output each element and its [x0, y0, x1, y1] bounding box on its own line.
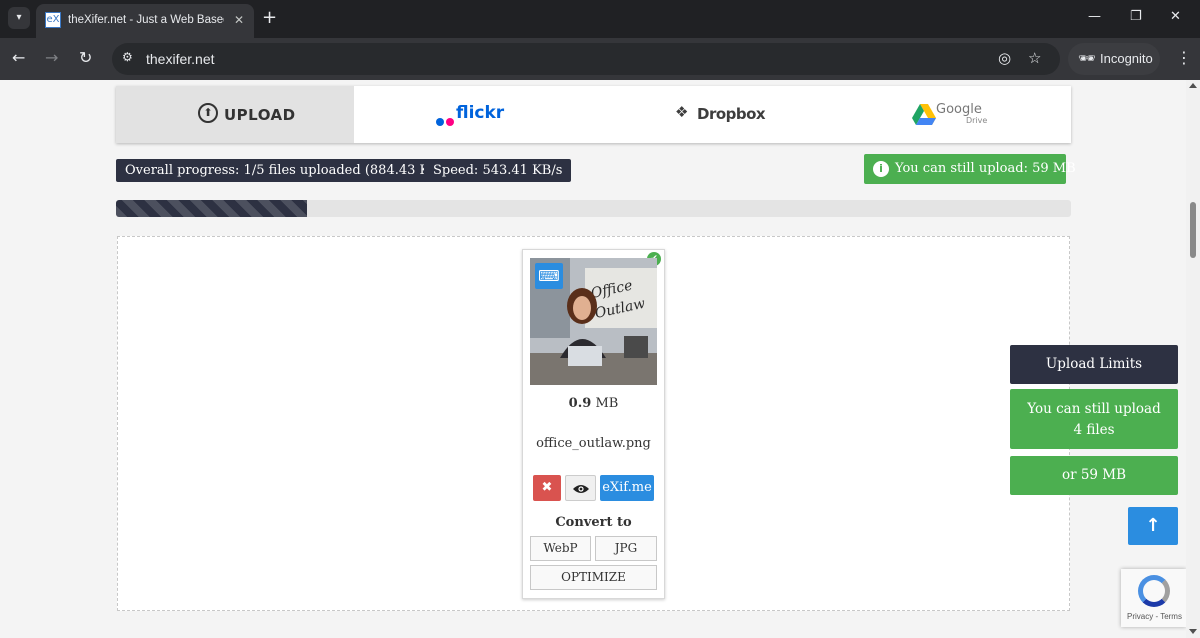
upload-icon: ⬆: [198, 103, 218, 123]
recaptcha-badge[interactable]: Privacy - Terms: [1121, 569, 1186, 627]
incognito-indicator[interactable]: 🕶 Incognito: [1068, 43, 1160, 75]
page-scrollbar[interactable]: [1186, 80, 1200, 638]
arrow-up-icon: ↑: [1145, 515, 1161, 536]
convert-webp-button[interactable]: WebP: [530, 536, 591, 561]
site-info-icon[interactable]: ⚙: [122, 50, 133, 64]
tab-upload[interactable]: ⬆ UPLOAD: [116, 86, 354, 143]
upload-remaining-badge: i You can still upload: 59 MB: [864, 154, 1076, 184]
restore-icon[interactable]: ❐: [1130, 9, 1142, 24]
incognito-icon: 🕶: [1078, 51, 1096, 67]
exif-me-button[interactable]: eXif.me: [600, 475, 654, 501]
back-icon[interactable]: ←: [12, 48, 25, 68]
upload-remaining-text: You can still upload: 59 MB: [895, 161, 1076, 176]
upload-progress-bar: [116, 200, 1071, 217]
image-type-badge-icon: ⌨: [535, 263, 563, 289]
tab-google-drive[interactable]: Google Drive: [832, 86, 1070, 143]
site-favicon-icon: eX: [45, 12, 61, 28]
tab-close-icon[interactable]: ✕: [234, 13, 244, 27]
recaptcha-icon: [1138, 575, 1170, 607]
dropbox-label: Dropbox: [697, 105, 766, 123]
page-content: ⬆ UPLOAD flickr ❖ Dropbox Google Drive O…: [0, 80, 1186, 638]
convert-to-label: Convert to: [555, 515, 632, 530]
upload-label: UPLOAD: [224, 106, 296, 124]
files-remaining-line2: 4 files: [1073, 422, 1115, 438]
delete-icon: ✖: [541, 480, 553, 495]
forward-icon[interactable]: →: [45, 48, 58, 68]
minimize-icon[interactable]: —: [1088, 9, 1101, 24]
delete-button[interactable]: ✖: [533, 475, 561, 501]
recaptcha-links[interactable]: Privacy - Terms: [1127, 612, 1182, 621]
file-name: office_outlaw.png: [536, 436, 651, 451]
preview-button[interactable]: [565, 475, 596, 501]
address-bar[interactable]: ⚙ thexifer.net ◎ ☆: [112, 43, 1060, 75]
upload-limits-title: Upload Limits: [1010, 345, 1178, 384]
file-card: ✔ Office Outlaw ⌨ 0.9 MB office_outlaw.p…: [522, 249, 665, 599]
tab-search-button[interactable]: ▾: [8, 7, 30, 29]
incognito-label: Incognito: [1100, 51, 1153, 66]
google-drive-sublabel: Drive: [966, 116, 988, 125]
scroll-up-icon[interactable]: [1189, 83, 1197, 88]
browser-tab-bar: ▾ eX theXifer.net - Just a Web Based EXI…: [0, 0, 1200, 38]
info-icon: i: [873, 161, 889, 177]
overall-progress-badge: Overall progress: 1/5 files uploaded (88…: [116, 159, 453, 182]
tab-dropbox[interactable]: ❖ Dropbox: [593, 86, 831, 143]
files-remaining-box: You can still upload 4 files: [1010, 389, 1178, 449]
scroll-down-icon[interactable]: [1189, 629, 1197, 634]
tab-title: theXifer.net - Just a Web Based EXIF: [68, 14, 224, 26]
url-text[interactable]: thexifer.net: [146, 51, 215, 67]
google-drive-icon: [912, 104, 936, 125]
scroll-to-top-button[interactable]: ↑: [1128, 507, 1178, 545]
files-remaining-line1: You can still upload: [1027, 401, 1161, 417]
flickr-dots-icon: [436, 111, 456, 130]
upload-progress-fill: [116, 200, 307, 217]
reload-icon[interactable]: ↻: [79, 48, 92, 68]
speed-badge: Speed: 543.41 KB/s: [424, 159, 572, 182]
eye-icon: [572, 485, 589, 493]
new-tab-button[interactable]: +: [262, 8, 277, 28]
browser-menu-icon[interactable]: ⋮: [1176, 48, 1192, 67]
optimize-button[interactable]: OPTIMIZE: [530, 565, 657, 590]
browser-tab[interactable]: eX theXifer.net - Just a Web Based EXIF …: [36, 4, 254, 38]
size-remaining-box: or 59 MB: [1010, 456, 1178, 495]
browser-toolbar: ← → ↻ ⚙ thexifer.net ◎ ☆ 🕶 Incognito ⋮: [0, 38, 1200, 80]
close-window-icon[interactable]: ✕: [1170, 9, 1181, 24]
bookmark-star-icon[interactable]: ☆: [1028, 49, 1041, 67]
google-drive-label: Google: [936, 102, 982, 117]
file-size: 0.9 MB: [568, 396, 619, 411]
flickr-label: flickr: [456, 103, 505, 123]
eye-off-icon[interactable]: ◎: [998, 49, 1011, 67]
scroll-thumb[interactable]: [1190, 202, 1196, 258]
tab-flickr[interactable]: flickr: [354, 86, 592, 143]
image-thumbnail[interactable]: Office Outlaw ⌨: [530, 258, 657, 385]
upload-source-tabs: ⬆ UPLOAD flickr ❖ Dropbox Google Drive: [116, 86, 1071, 143]
convert-jpg-button[interactable]: JPG: [595, 536, 657, 561]
dropbox-icon: ❖: [675, 103, 689, 121]
